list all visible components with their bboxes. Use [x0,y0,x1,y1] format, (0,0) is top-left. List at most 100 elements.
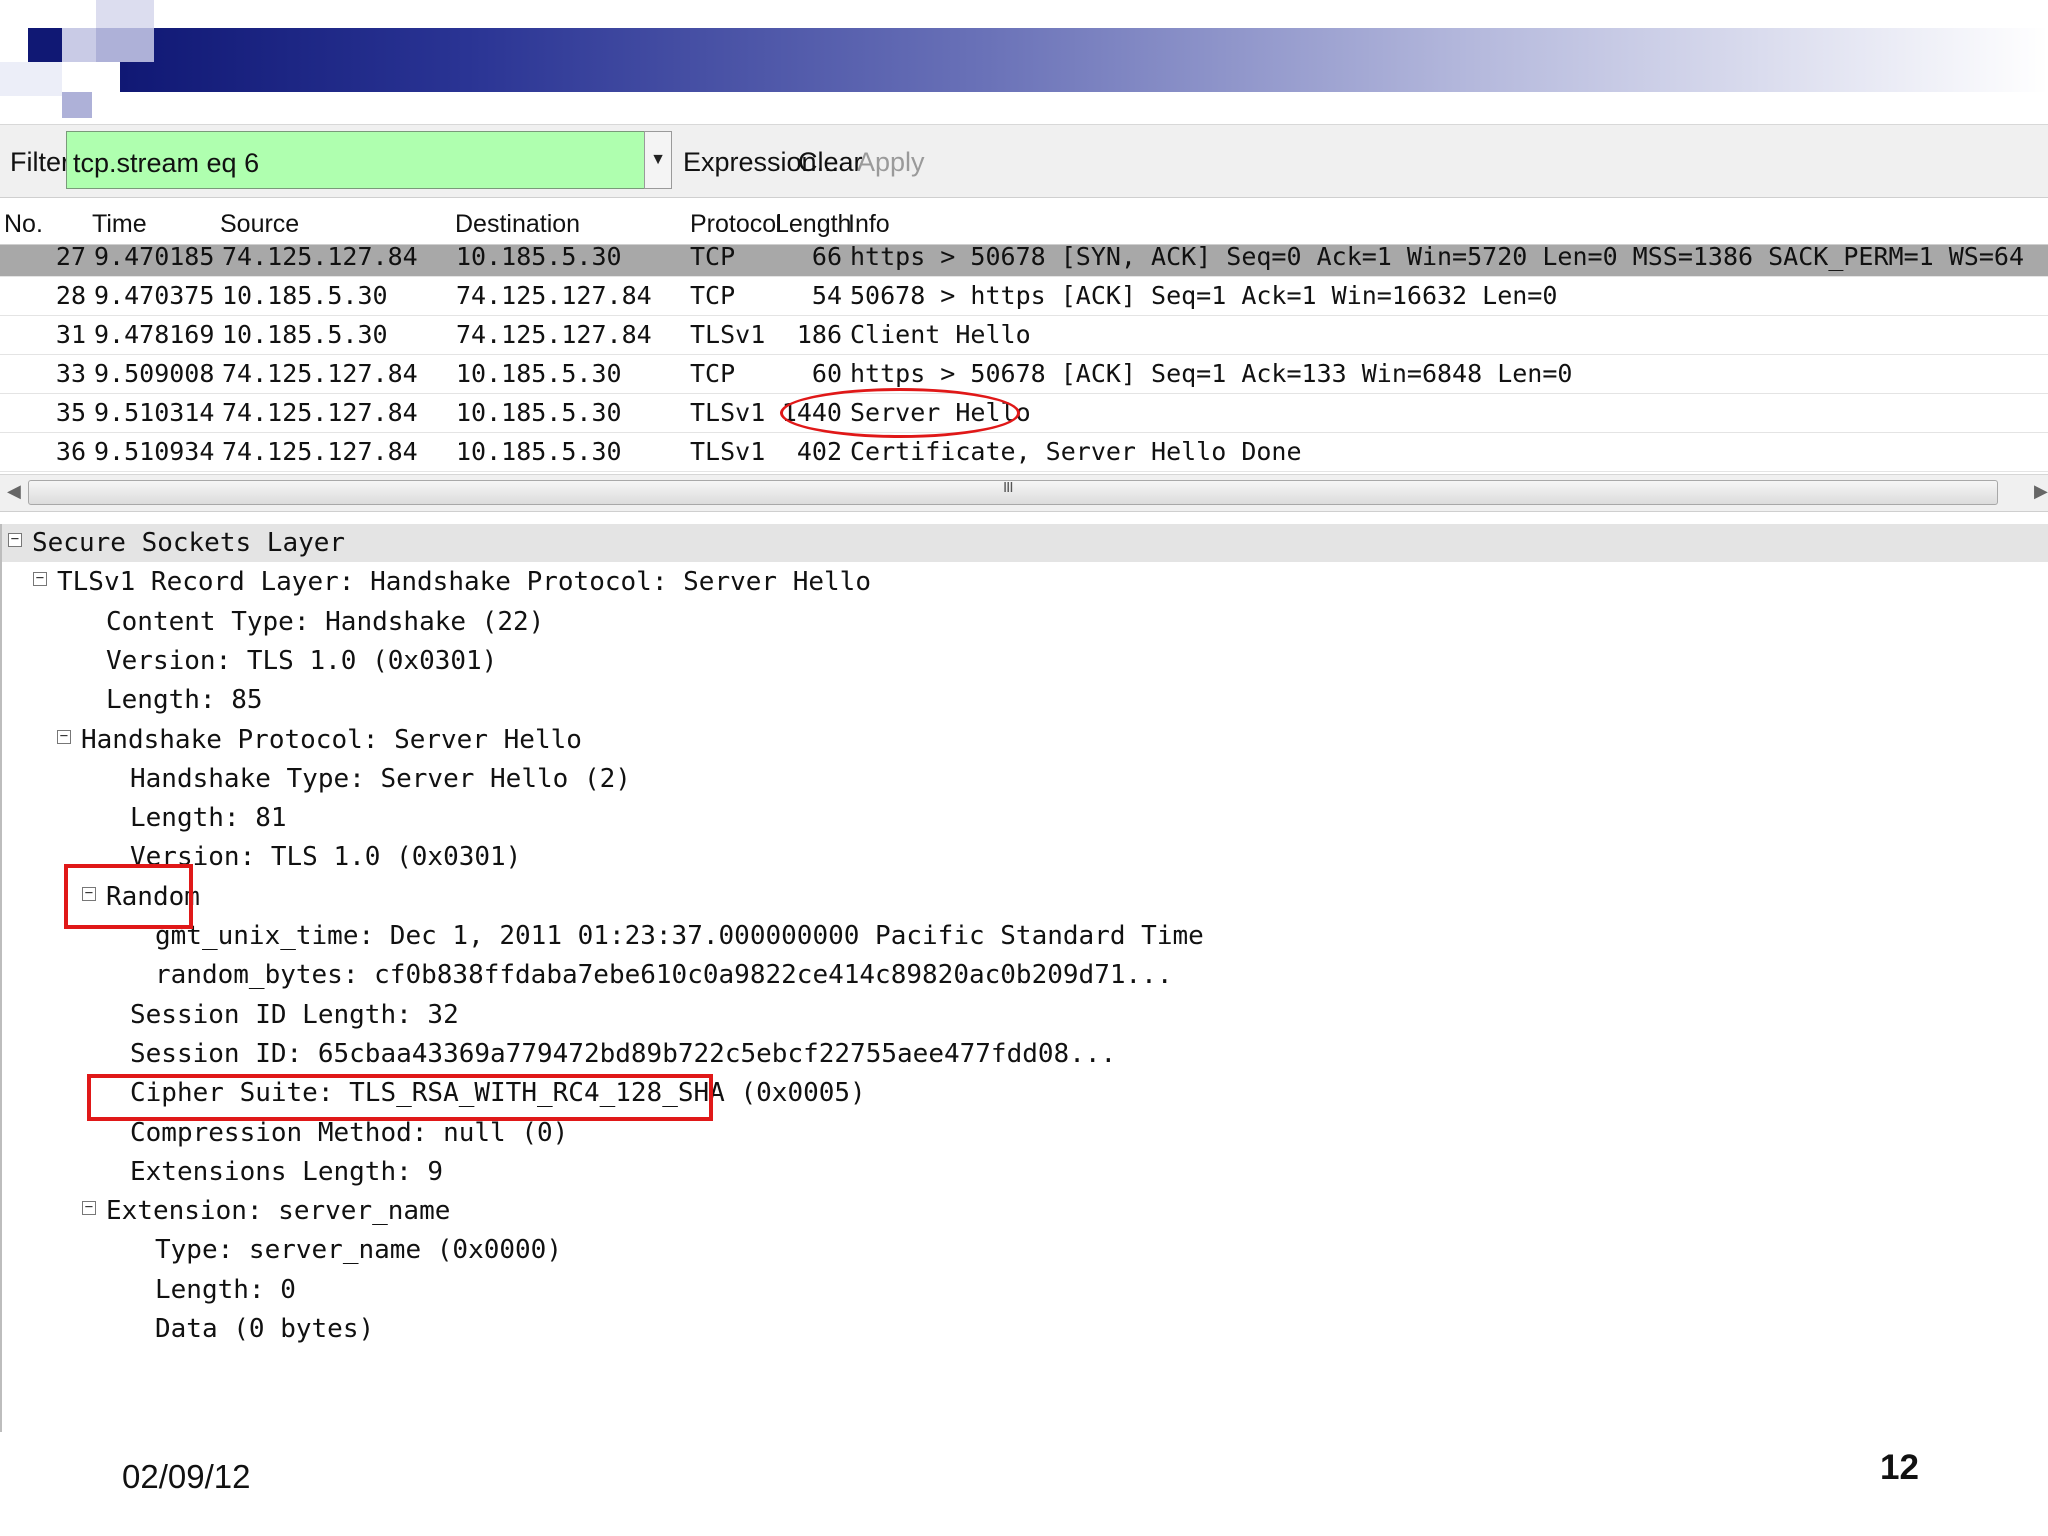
slide-date: 02/09/12 [122,1458,251,1495]
column-header-length[interactable]: Length [775,210,851,239]
collapse-icon[interactable]: − [57,729,71,744]
detail-tree-item[interactable]: Length: 85 [2,681,2042,719]
packet-destination: 10.185.5.30 [456,245,622,271]
detail-tree-item[interactable]: Session ID: 65cbaa43369a779472bd89b722c5… [2,1035,2042,1073]
banner-square [96,28,154,62]
packet-destination: 74.125.127.84 [456,281,652,310]
slide-number: 12 [1880,1448,1919,1487]
detail-tree-label: Secure Sockets Layer [32,528,346,558]
packet-protocol: TCP [690,245,736,271]
packet-time: 9.509008 [94,359,215,388]
packet-list-header: No. Time Source Destination Protocol Len… [0,198,2048,245]
slide-banner [0,0,2048,125]
packet-info: https > 50678 [SYN, ACK] Seq=0 Ack=1 Win… [850,245,2024,271]
detail-tree-item[interactable]: Data (0 bytes) [2,1310,2042,1348]
detail-tree-item[interactable]: Length: 0 [2,1271,2042,1309]
packet-protocol: TCP [690,281,736,310]
packet-no: 36 [55,437,86,466]
packet-source: 10.185.5.30 [222,281,388,310]
detail-tree-item[interactable]: Type: server_name (0x0000) [2,1231,2042,1269]
packet-source: 74.125.127.84 [222,359,418,388]
detail-tree-label: TLSv1 Record Layer: Handshake Protocol: … [57,567,871,597]
detail-tree-label: Session ID: 65cbaa43369a779472bd89b722c5… [130,1039,1117,1069]
column-header-time[interactable]: Time [92,210,147,239]
packet-info: Certificate, Server Hello Done [850,437,1302,466]
packet-info: https > 50678 [ACK] Seq=1 Ack=133 Win=68… [850,359,1573,388]
detail-tree-label: Compression Method: null (0) [130,1118,569,1148]
detail-tree-item[interactable]: − TLSv1 Record Layer: Handshake Protocol:… [2,563,2042,601]
detail-tree-item[interactable]: random_bytes: cf0b838ffdaba7ebe610c0a982… [2,956,2042,994]
detail-tree-label: Handshake Type: Server Hello (2) [130,764,631,794]
detail-tree-item[interactable]: Version: TLS 1.0 (0x0301) [2,642,2042,680]
packet-details-tree: − Secure Sockets Layer − TLSv1 Record Layer… [0,524,2048,1432]
detail-tree-item[interactable]: Extensions Length: 9 [2,1153,2042,1191]
column-header-destination[interactable]: Destination [455,210,580,239]
detail-tree-item[interactable]: − Extension: server_name [2,1192,2042,1230]
column-header-info[interactable]: Info [848,210,890,239]
packet-time: 9.510314 [94,398,215,427]
packet-protocol: TCP [690,359,736,388]
packet-destination: 10.185.5.30 [456,437,622,466]
packet-row[interactable]: 28 9.470375 10.185.5.30 74.125.127.84 TCP 54 5… [0,276,2048,316]
apply-button[interactable]: Apply [857,147,925,178]
packet-time: 9.510934 [94,437,215,466]
packet-row[interactable]: 27 9.470185 74.125.127.84 10.185.5.30 TCP 66 h… [0,245,2048,277]
horizontal-scrollbar[interactable]: ◀ III ▶ [0,474,2048,512]
annotation-rect-random [64,864,193,929]
packet-time: 9.470375 [94,281,215,310]
detail-tree-item[interactable]: − Random [2,878,2042,916]
scrollbar-thumb[interactable] [28,480,1998,505]
packet-protocol: TLSv1 [690,437,766,466]
packet-destination: 10.185.5.30 [456,359,622,388]
packet-length: 186 [796,320,842,349]
annotation-ellipse [780,388,1020,438]
packet-no: 27 [55,245,86,271]
packet-row[interactable]: 33 9.509008 74.125.127.84 10.185.5.30 TCP 60 h… [0,354,2048,394]
packet-no: 31 [55,320,86,349]
packet-no: 33 [55,359,86,388]
banner-square [62,28,96,62]
packet-source: 74.125.127.84 [222,437,418,466]
packet-length: 402 [796,437,842,466]
packet-protocol: TLSv1 [690,320,766,349]
detail-tree-label: Length: 0 [155,1275,296,1305]
packet-length: 60 [811,359,842,388]
detail-tree-label: Session ID Length: 32 [130,1000,459,1030]
scroll-right-icon[interactable]: ▶ [2034,481,2048,502]
detail-tree-item[interactable]: Version: TLS 1.0 (0x0301) [2,838,2042,876]
detail-tree-item[interactable]: Session ID Length: 32 [2,996,2042,1034]
filter-dropdown-button[interactable]: ▼ [644,131,672,189]
packet-row[interactable]: 31 9.478169 10.185.5.30 74.125.127.84 TLSv1 1… [0,315,2048,355]
packet-destination: 74.125.127.84 [456,320,652,349]
detail-tree-label: Data (0 bytes) [155,1314,375,1344]
packet-no: 35 [55,398,86,427]
detail-tree-item[interactable]: − Secure Sockets Layer [2,524,2048,562]
filter-input[interactable]: tcp.stream eq 6 [66,131,646,189]
detail-tree-label: Handshake Protocol: Server Hello [81,725,582,755]
packet-time: 9.478169 [94,320,215,349]
collapse-icon[interactable]: − [33,571,47,586]
detail-tree-item[interactable]: gmt_unix_time: Dec 1, 2011 01:23:37.0000… [2,917,2042,955]
column-header-protocol[interactable]: Protocol [690,210,782,239]
annotation-rect-cipher-suite [87,1074,713,1121]
packet-info: 50678 > https [ACK] Seq=1 Ack=1 Win=1663… [850,281,1558,310]
packet-length: 66 [811,245,842,271]
collapse-icon[interactable]: − [82,1200,96,1215]
collapse-icon[interactable]: − [8,532,22,547]
detail-tree-item[interactable]: Handshake Type: Server Hello (2) [2,760,2042,798]
detail-tree-item[interactable]: Content Type: Handshake (22) [2,603,2042,641]
banner-gradient [120,28,2048,92]
detail-tree-label: Type: server_name (0x0000) [155,1235,562,1265]
detail-tree-item[interactable]: Length: 81 [2,799,2042,837]
column-header-no[interactable]: No. [4,210,43,239]
column-header-source[interactable]: Source [220,210,299,239]
clear-button[interactable]: Clear [798,147,863,178]
packet-row[interactable]: 35 9.510314 74.125.127.84 10.185.5.30 TLSv1 1… [0,393,2048,433]
packet-source: 74.125.127.84 [222,398,418,427]
chevron-down-icon: ▼ [650,151,666,168]
detail-tree-label: gmt_unix_time: Dec 1, 2011 01:23:37.0000… [155,921,1204,951]
detail-tree-label: Length: 85 [106,685,263,715]
scroll-left-icon[interactable]: ◀ [7,481,21,502]
detail-tree-item[interactable]: − Handshake Protocol: Server Hello [2,721,2042,759]
packet-row[interactable]: 36 9.510934 74.125.127.84 10.185.5.30 TLSv1 4… [0,432,2048,472]
